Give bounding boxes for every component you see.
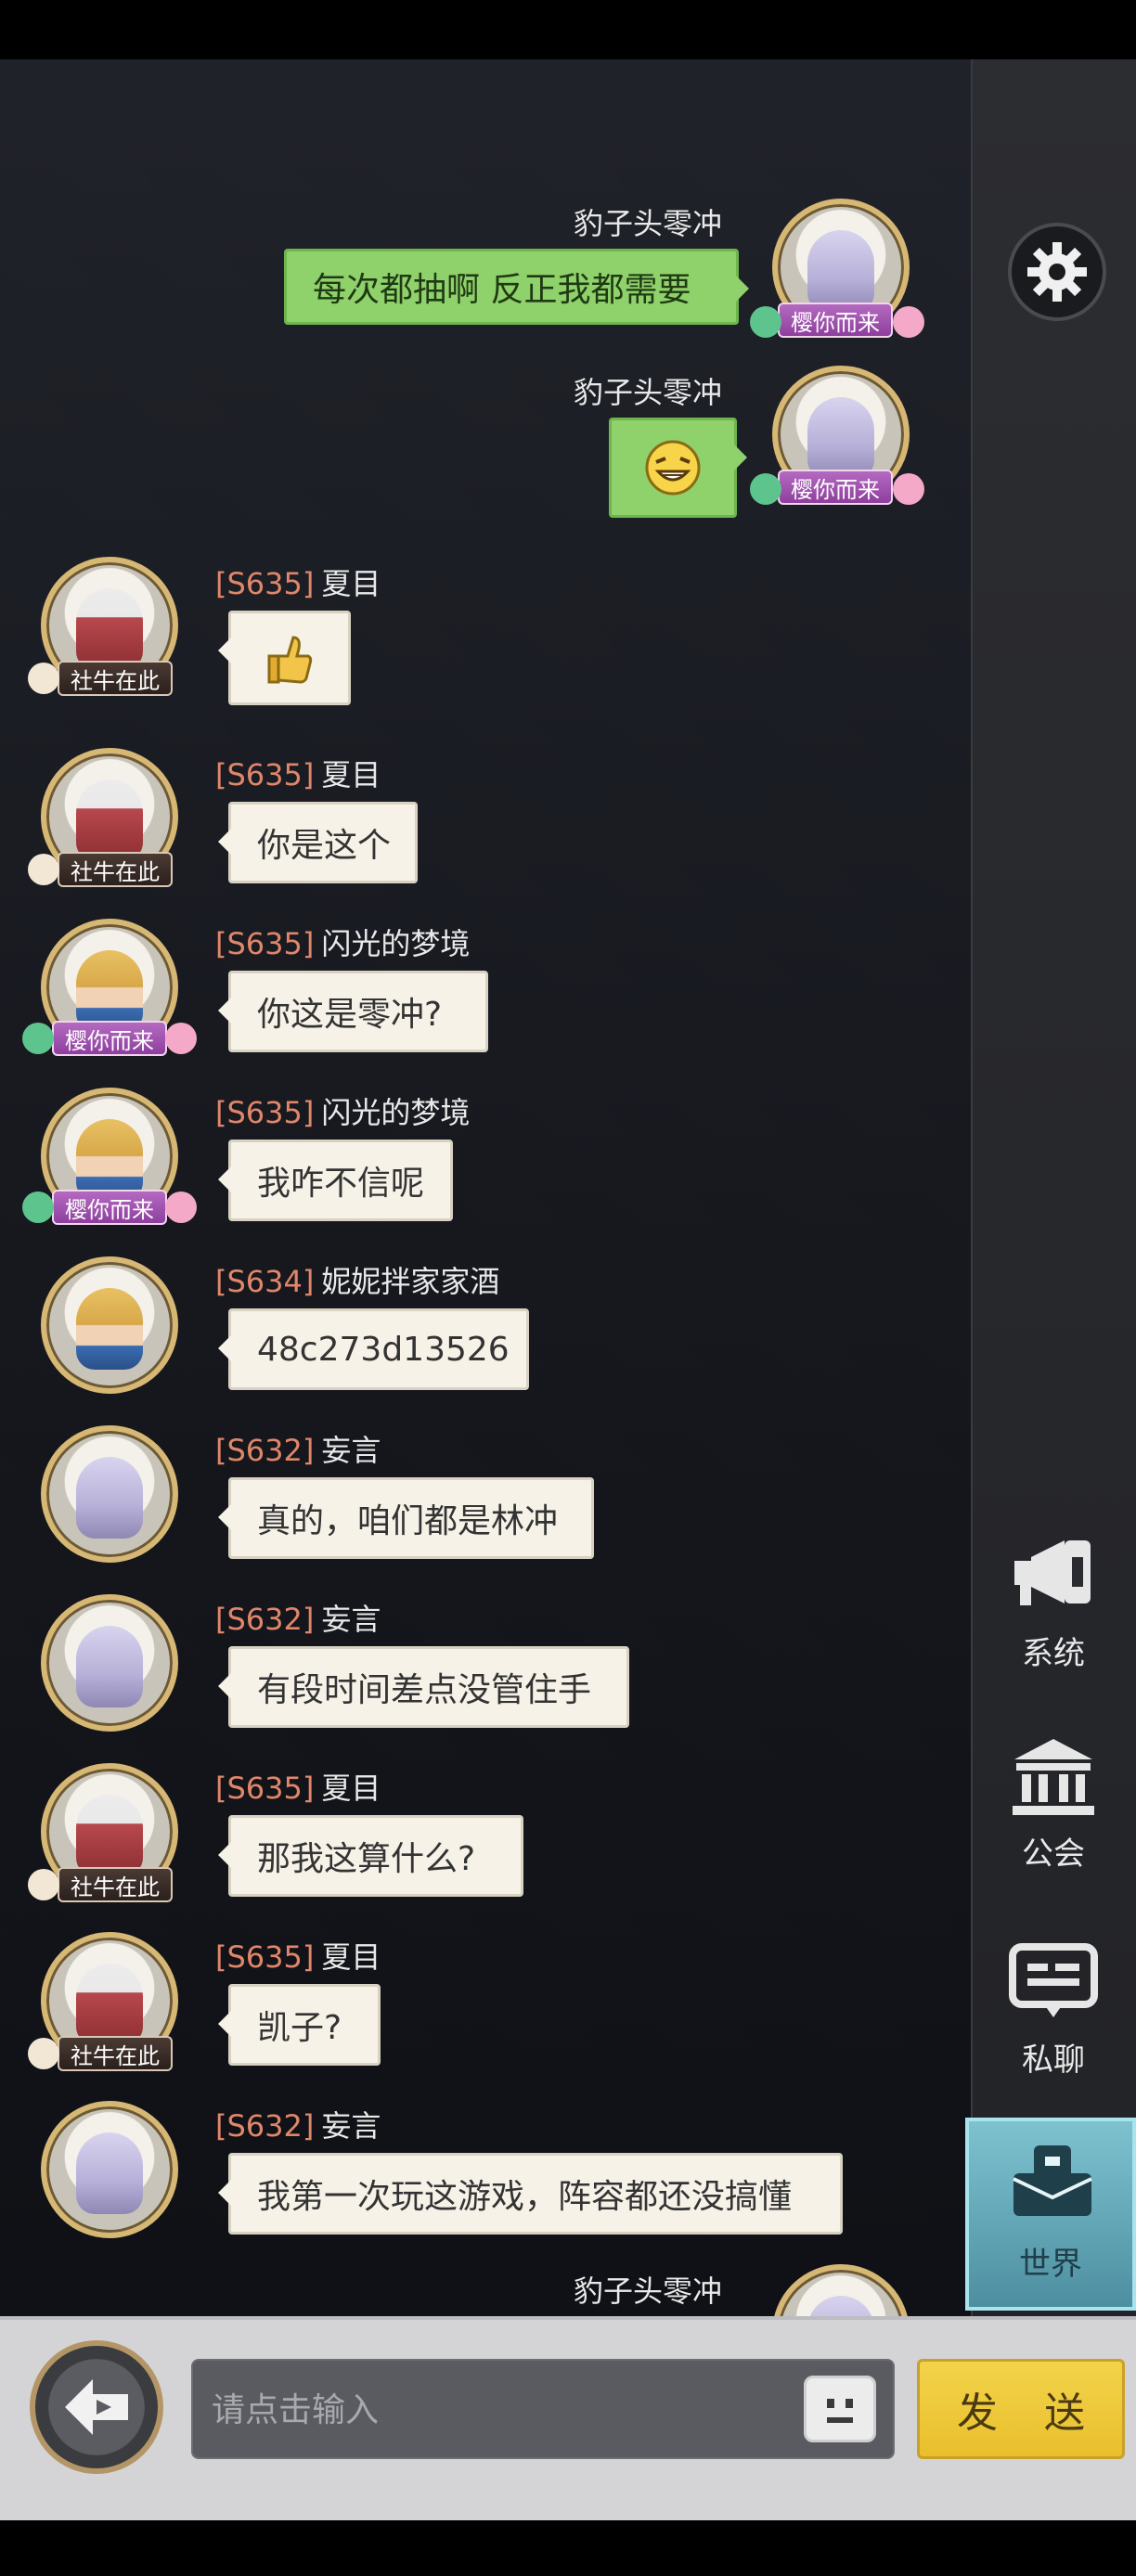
message-bubble[interactable]: 你是这个 <box>218 802 418 883</box>
title-badge: 社牛在此 <box>58 661 173 696</box>
back-arrow-icon <box>65 2379 128 2435</box>
bird-icon <box>22 1023 54 1054</box>
message-bubble[interactable]: 每次都抽啊 反正我都需要 <box>284 249 749 325</box>
sender-name: [S632] 妄言 <box>215 1602 381 1637</box>
emoji-button[interactable] <box>804 2376 876 2442</box>
title-badge: 樱你而来 <box>52 1190 167 1225</box>
status-bar <box>0 0 1136 59</box>
chat-input[interactable] <box>210 2361 789 2459</box>
tab-world[interactable]: 世界 <box>965 2118 1136 2311</box>
message-bubble[interactable]: 凯子? <box>218 1984 381 2066</box>
flower-icon <box>165 1191 197 1223</box>
avatar[interactable] <box>41 1256 178 1394</box>
sender-name: [S635] 闪光的梦境 <box>215 1095 471 1130</box>
sender-name: [S632] 妄言 <box>215 1433 381 1468</box>
tab-system[interactable]: 系统 <box>971 1522 1136 1672</box>
title-badge: 社牛在此 <box>58 1867 173 1902</box>
message-bubble[interactable]: 你这是零冲? <box>218 971 488 1052</box>
bank-icon <box>1013 1739 1094 1815</box>
chat-bubble-icon <box>1009 1943 1098 2017</box>
tab-private-label: 私聊 <box>1022 2041 1085 2079</box>
sender-name: [S632] 妄言 <box>215 2108 381 2144</box>
bird-icon <box>750 473 781 505</box>
message-bubble[interactable]: 我咋不信呢 <box>218 1140 453 1221</box>
title-badge: 樱你而来 <box>52 1021 167 1056</box>
title-badge: 社牛在此 <box>58 852 173 887</box>
cow-icon <box>28 854 59 885</box>
gear-icon <box>1027 242 1087 302</box>
settings-button[interactable] <box>1008 223 1106 321</box>
sender-name: [S634] 妮妮拌家家酒 <box>215 1264 500 1299</box>
face-emoji-icon <box>827 2399 853 2423</box>
message-bubble[interactable]: 真的，咱们都是林冲 <box>218 1477 594 1559</box>
sender-name: [S635] 夏目 <box>215 1771 381 1806</box>
message-bubble[interactable]: 那我这算什么? <box>218 1815 523 1897</box>
flower-icon <box>893 473 924 505</box>
avatar[interactable] <box>41 1425 178 1563</box>
chat-message-list[interactable]: 豹子头零冲 每次都抽啊 反正我都需要 樱你而来 豹子头零冲 樱你而来 社牛在此 … <box>0 59 971 2316</box>
grinning-emoji-icon <box>645 440 701 496</box>
message-bubble[interactable] <box>218 611 351 705</box>
avatar[interactable] <box>772 2264 910 2316</box>
sender-name: [S635] 夏目 <box>215 1939 381 1975</box>
world-chat-icon <box>1013 2145 1092 2216</box>
tab-private[interactable]: 私聊 <box>971 1934 1136 2082</box>
avatar[interactable] <box>41 2101 178 2238</box>
chat-input-field[interactable] <box>191 2359 895 2459</box>
cow-icon <box>28 1869 59 1900</box>
thumbs-up-emoji-icon <box>267 636 313 684</box>
tab-guild[interactable]: 公会 <box>971 1728 1136 1876</box>
tab-system-label: 系统 <box>1022 1635 1085 1672</box>
tab-guild-label: 公会 <box>1022 1835 1085 1873</box>
message-bubble[interactable]: 我第一次玩这游戏，阵容都还没搞懂 <box>218 2153 843 2235</box>
flower-icon <box>165 1023 197 1054</box>
message-bubble[interactable] <box>609 418 747 518</box>
avatar[interactable] <box>41 1594 178 1732</box>
bird-icon <box>750 306 781 338</box>
sender-name: 豹子头零冲 <box>574 206 723 241</box>
flower-icon <box>893 306 924 338</box>
back-button[interactable] <box>30 2340 163 2474</box>
sender-name: [S635] 夏目 <box>215 566 381 601</box>
cow-icon <box>28 663 59 694</box>
tab-world-label: 世界 <box>1019 2246 1082 2283</box>
sender-name: [S635] 闪光的梦境 <box>215 926 471 961</box>
sender-name: [S635] 夏目 <box>215 757 381 792</box>
sender-name: 豹子头零冲 <box>574 375 723 410</box>
bird-icon <box>22 1191 54 1223</box>
message-bubble[interactable]: 48c273d13526 <box>218 1308 529 1390</box>
title-badge: 樱你而来 <box>778 303 893 338</box>
title-badge: 樱你而来 <box>778 470 893 505</box>
cow-icon <box>28 2038 59 2069</box>
megaphone-icon <box>1014 1540 1091 1605</box>
send-button[interactable]: 发 送 <box>917 2359 1125 2459</box>
sender-name: 豹子头零冲 <box>574 2273 723 2309</box>
navigation-bar <box>0 2520 1136 2576</box>
message-bubble[interactable]: 有段时间差点没管住手 <box>218 1646 629 1728</box>
title-badge: 社牛在此 <box>58 2036 173 2071</box>
